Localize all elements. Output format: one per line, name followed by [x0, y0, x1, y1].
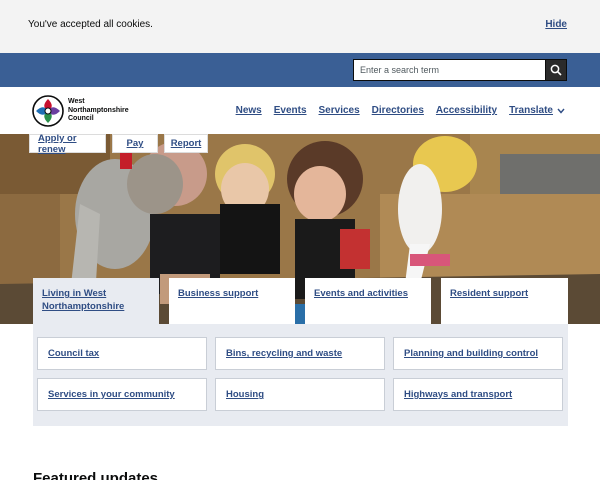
- card-highways-transport[interactable]: Highways and transport: [393, 378, 563, 411]
- nav-directories[interactable]: Directories: [372, 105, 424, 116]
- card-housing[interactable]: Housing: [215, 378, 385, 411]
- search-bar: [0, 53, 600, 87]
- search-input[interactable]: [353, 59, 546, 81]
- logo-line-2: Northamptonshire: [68, 106, 129, 114]
- pay-button[interactable]: Pay: [112, 134, 158, 153]
- card-planning-building-control[interactable]: Planning and building control: [393, 337, 563, 370]
- apply-or-renew-button[interactable]: Apply or renew: [29, 133, 106, 155]
- site-header: West Northamptonshire Council News Event…: [0, 87, 600, 134]
- cookie-message: You've accepted all cookies.: [28, 19, 153, 30]
- translate-label: Translate: [509, 105, 553, 116]
- logo-emblem-icon: [32, 95, 64, 127]
- card-council-tax[interactable]: Council tax: [37, 337, 207, 370]
- main-nav: News Events Services Directories Accessi…: [224, 105, 565, 116]
- tab-business-support[interactable]: Business support: [169, 278, 295, 324]
- council-logo[interactable]: West Northamptonshire Council: [32, 94, 142, 128]
- cookie-banner: You've accepted all cookies. Hide: [0, 0, 600, 53]
- search-icon: [550, 64, 562, 76]
- card-services-in-your-community[interactable]: Services in your community: [37, 378, 207, 411]
- nav-events[interactable]: Events: [274, 105, 307, 116]
- services-panel: Council tax Bins, recycling and waste Pl…: [33, 324, 568, 426]
- chevron-down-icon: [557, 108, 565, 114]
- nav-services[interactable]: Services: [319, 105, 360, 116]
- nav-translate[interactable]: Translate: [509, 105, 565, 116]
- logo-line-3: Council: [68, 115, 94, 123]
- nav-news[interactable]: News: [236, 105, 262, 116]
- hide-cookie-button[interactable]: Hide: [545, 19, 567, 30]
- council-name: West Northamptonshire Council: [68, 98, 138, 124]
- nav-accessibility[interactable]: Accessibility: [436, 105, 497, 116]
- category-tabs: Living in West Northamptonshire Business…: [33, 278, 568, 324]
- logo-line-1: West: [68, 98, 85, 106]
- tab-living-in-west-northamptonshire[interactable]: Living in West Northamptonshire: [33, 278, 159, 324]
- featured-updates-heading: Featured updates: [33, 470, 159, 480]
- tab-events-and-activities[interactable]: Events and activities: [305, 278, 431, 324]
- tab-resident-support[interactable]: Resident support: [441, 278, 568, 324]
- search-button[interactable]: [545, 59, 567, 81]
- card-bins-recycling-waste[interactable]: Bins, recycling and waste: [215, 337, 385, 370]
- report-button[interactable]: Report: [164, 134, 208, 153]
